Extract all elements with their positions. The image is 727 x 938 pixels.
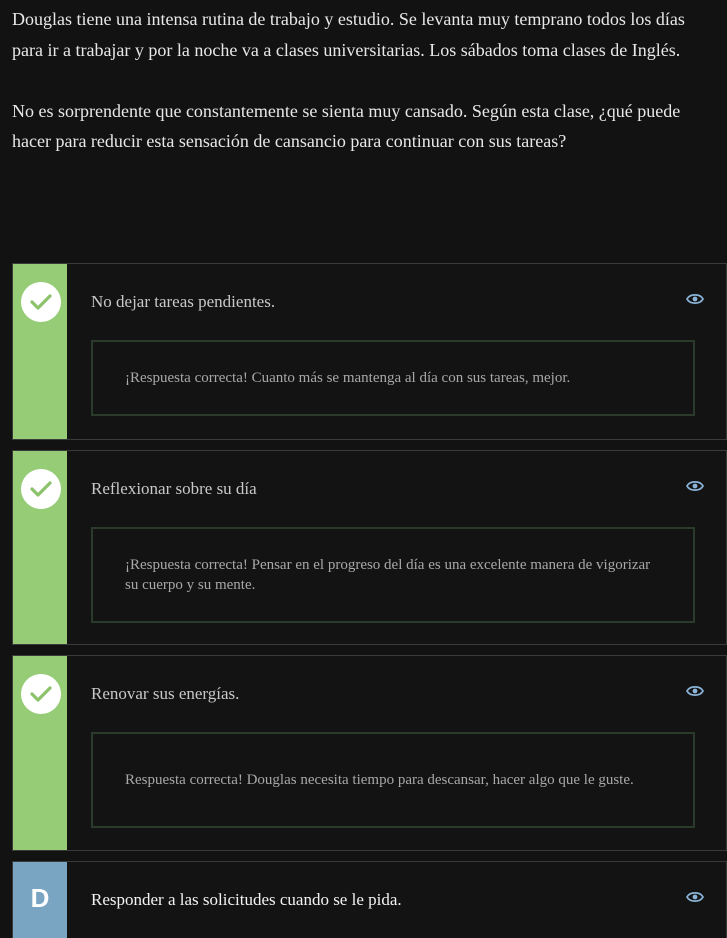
answer-feedback: Respuesta correcta! Douglas necesita tie… — [91, 732, 695, 828]
answer-option-label: No dejar tareas pendientes. — [91, 292, 276, 311]
answer-option-4[interactable]: D Responder a las solicitudes cuando se … — [12, 861, 727, 938]
question-prompt: Douglas tiene una intensa rutina de trab… — [12, 4, 712, 157]
eye-icon[interactable] — [686, 684, 704, 698]
check-icon — [21, 674, 61, 714]
answer-feedback: ¡Respuesta correcta! Pensar en el progre… — [91, 527, 695, 623]
answer-feedback: ¡Respuesta correcta! Cuanto más se mante… — [91, 340, 695, 416]
check-icon — [21, 469, 61, 509]
option-letter: D — [30, 883, 50, 913]
answer-option-label: Responder a las solicitudes cuando se le… — [91, 890, 402, 909]
eye-icon[interactable] — [686, 479, 704, 493]
answer-option-label: Reflexionar sobre su día — [91, 479, 257, 498]
check-icon — [21, 282, 61, 322]
eye-icon[interactable] — [686, 890, 704, 904]
answer-option-1[interactable]: No dejar tareas pendientes. ¡Respuesta c… — [12, 263, 727, 440]
eye-icon[interactable] — [686, 292, 704, 306]
answer-option-label: Renovar sus energías. — [91, 684, 240, 703]
question-paragraph-2: No es sorprendente que constantemente se… — [12, 100, 681, 152]
answer-option-2[interactable]: Reflexionar sobre su día ¡Respuesta corr… — [12, 450, 727, 645]
question-paragraph-1: Douglas tiene una intensa rutina de trab… — [12, 9, 685, 60]
answer-option-3[interactable]: Renovar sus energías. Respuesta correcta… — [12, 655, 727, 851]
